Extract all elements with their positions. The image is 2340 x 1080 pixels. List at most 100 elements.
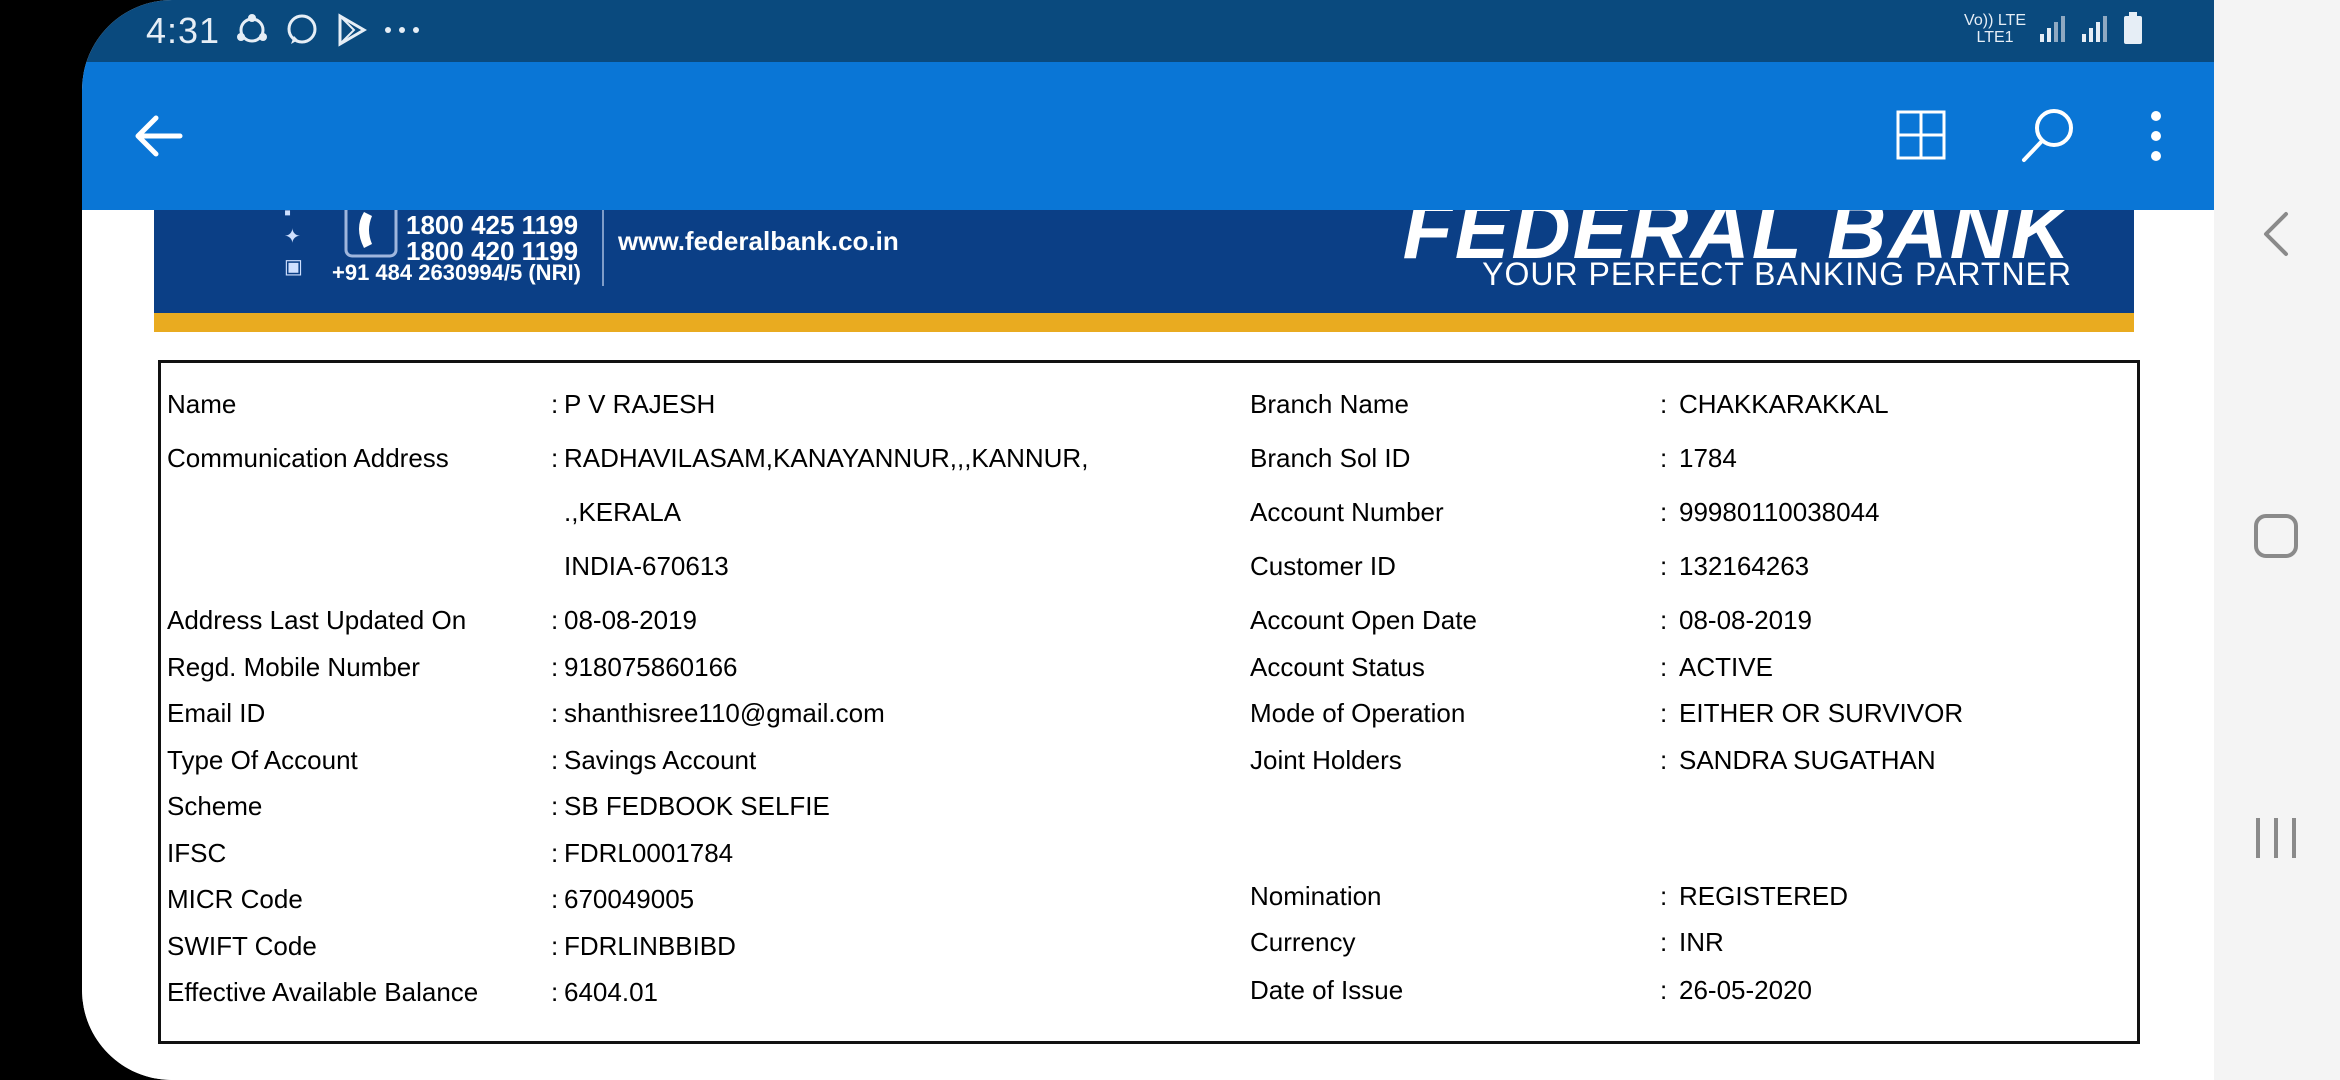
detail-value: 918075860166 (564, 652, 738, 682)
detail-value: 132164263 (1679, 551, 1810, 581)
battery-icon (2124, 12, 2142, 44)
detail-value: EITHER OR SURVIVOR (1679, 698, 1964, 728)
detail-value: SANDRA SUGATHAN (1679, 745, 1936, 775)
detail-label: Type Of Account (167, 745, 358, 775)
detail-colon: : (1660, 975, 1668, 1005)
detail-value: SB FEDBOOK SELFIE (564, 791, 830, 821)
detail-label: Account Number (1250, 497, 1444, 527)
detail-value: Savings Account (564, 745, 757, 775)
detail-value: 26-05-2020 (1679, 975, 1812, 1005)
detail-label: Scheme (167, 791, 263, 821)
detail-value: shanthisree110@gmail.com (564, 698, 885, 728)
detail-value: 08-08-2019 (564, 605, 697, 635)
bank-website: www.federalbank.co.in (618, 226, 899, 256)
detail-label: MICR Code (167, 884, 303, 914)
detail-value: .,KERALA (564, 497, 682, 527)
detail-value: CHAKKARAKKAL (1679, 389, 1889, 419)
detail-value: 670049005 (564, 884, 695, 914)
detail-label: Address Last Updated On (167, 605, 467, 635)
detail-colon: : (1660, 497, 1668, 527)
nav-home-icon[interactable] (2252, 512, 2300, 560)
detail-value: FDRLINBBIBD (564, 931, 736, 961)
detail-colon: : (1660, 443, 1668, 473)
detail-value: INDIA-670613 (564, 551, 729, 581)
facebook-icon: ▪ (284, 210, 292, 224)
youtube-icon: ▣ (284, 256, 303, 278)
detail-label: Nomination (1250, 881, 1382, 911)
detail-value: FDRL0001784 (564, 838, 734, 868)
detail-value: 99980110038044 (1679, 497, 1880, 527)
detail-label: Joint Holders (1250, 745, 1402, 775)
detail-value: 08-08-2019 (1679, 605, 1812, 635)
detail-label: Name (167, 389, 237, 419)
detail-label: Customer ID (1250, 551, 1396, 581)
nav-recents-icon[interactable] (2250, 814, 2302, 862)
detail-value: 6404.01 (564, 977, 658, 1007)
detail-colon: : (1660, 881, 1668, 911)
detail-colon: : (551, 977, 559, 1007)
detail-value: 1784 (1679, 443, 1737, 473)
detail-value: ACTIVE (1679, 652, 1773, 682)
phone-screen: 4:31 Vo)) LTE LTE1 ▪ ✦ ▣ 1800 425 1199 1… (82, 0, 2214, 1080)
twitter-icon: ✦ (284, 226, 301, 248)
detail-label: Communication Address (167, 443, 449, 473)
banner-stripe (154, 313, 2134, 332)
detail-value: REGISTERED (1679, 881, 1849, 911)
signal-icon-2 (2082, 16, 2107, 42)
detail-colon: : (1660, 698, 1668, 728)
detail-colon: : (551, 389, 559, 419)
detail-label: Currency (1250, 927, 1356, 957)
detail-value: P V RAJESH (564, 389, 716, 419)
nri-helpline: +91 484 2630994/5 (NRI) (332, 260, 581, 285)
bank-tagline: YOUR PERFECT BANKING PARTNER (1482, 256, 2072, 292)
detail-label: Branch Sol ID (1250, 443, 1411, 473)
account-details-box: Name: P V RAJESH Communication Address: RAD… (158, 360, 2140, 1044)
helpline-numbers: 1800 425 1199 1800 420 1199 (406, 210, 579, 266)
detail-label: Branch Name (1250, 389, 1409, 419)
detail-colon: : (551, 698, 559, 728)
phone-icon (344, 210, 398, 258)
detail-colon: : (551, 605, 559, 635)
navigation-bar (2214, 0, 2340, 1080)
detail-colon: : (1660, 745, 1668, 775)
signal-icon-1 (2040, 16, 2065, 42)
detail-colon: : (551, 443, 559, 473)
more-vertical-icon[interactable] (2126, 106, 2186, 166)
arrow-left-icon[interactable] (130, 108, 186, 164)
detail-label: SWIFT Code (167, 931, 317, 961)
nav-back-icon[interactable] (2256, 210, 2296, 258)
play-store-icon (338, 13, 367, 47)
detail-value: RADHAVILASAM,KANAYANNUR,,,KANNUR, (564, 443, 1089, 473)
search-icon[interactable] (2018, 106, 2078, 166)
grid-icon[interactable] (1892, 106, 1952, 166)
sync-icon (237, 14, 267, 43)
volte-indicator: Vo)) LTE LTE1 (1964, 12, 2026, 46)
more-notifications-icon (385, 27, 419, 33)
status-time: 4:31 (146, 10, 221, 51)
detail-value: INR (1679, 927, 1724, 957)
detail-label: Regd. Mobile Number (167, 652, 420, 682)
detail-colon: : (551, 931, 559, 961)
detail-colon: : (1660, 927, 1668, 957)
detail-colon: : (1660, 652, 1668, 682)
status-bar: 4:31 Vo)) LTE LTE1 (82, 0, 2214, 62)
detail-label: Email ID (167, 698, 266, 728)
detail-colon: : (1660, 551, 1668, 581)
detail-colon: : (551, 745, 559, 775)
detail-colon: : (1660, 389, 1668, 419)
detail-colon: : (551, 652, 559, 682)
detail-label: IFSC (167, 838, 227, 868)
notification-icons (234, 12, 422, 48)
document-view[interactable]: ▪ ✦ ▣ 1800 425 1199 1800 420 1199 +91 48… (82, 210, 2214, 1080)
detail-colon: : (1660, 605, 1668, 635)
detail-colon: : (551, 884, 559, 914)
detail-label: Effective Available Balance (167, 977, 479, 1007)
banner-divider (602, 210, 604, 286)
whatsapp-icon (287, 14, 317, 44)
detail-label: Mode of Operation (1250, 698, 1466, 728)
detail-label: Date of Issue (1250, 975, 1404, 1005)
system-status-icons: Vo)) LTE LTE1 (1964, 12, 2144, 46)
app-bar (82, 62, 2214, 210)
detail-colon: : (551, 791, 559, 821)
detail-label: Account Open Date (1250, 605, 1477, 635)
